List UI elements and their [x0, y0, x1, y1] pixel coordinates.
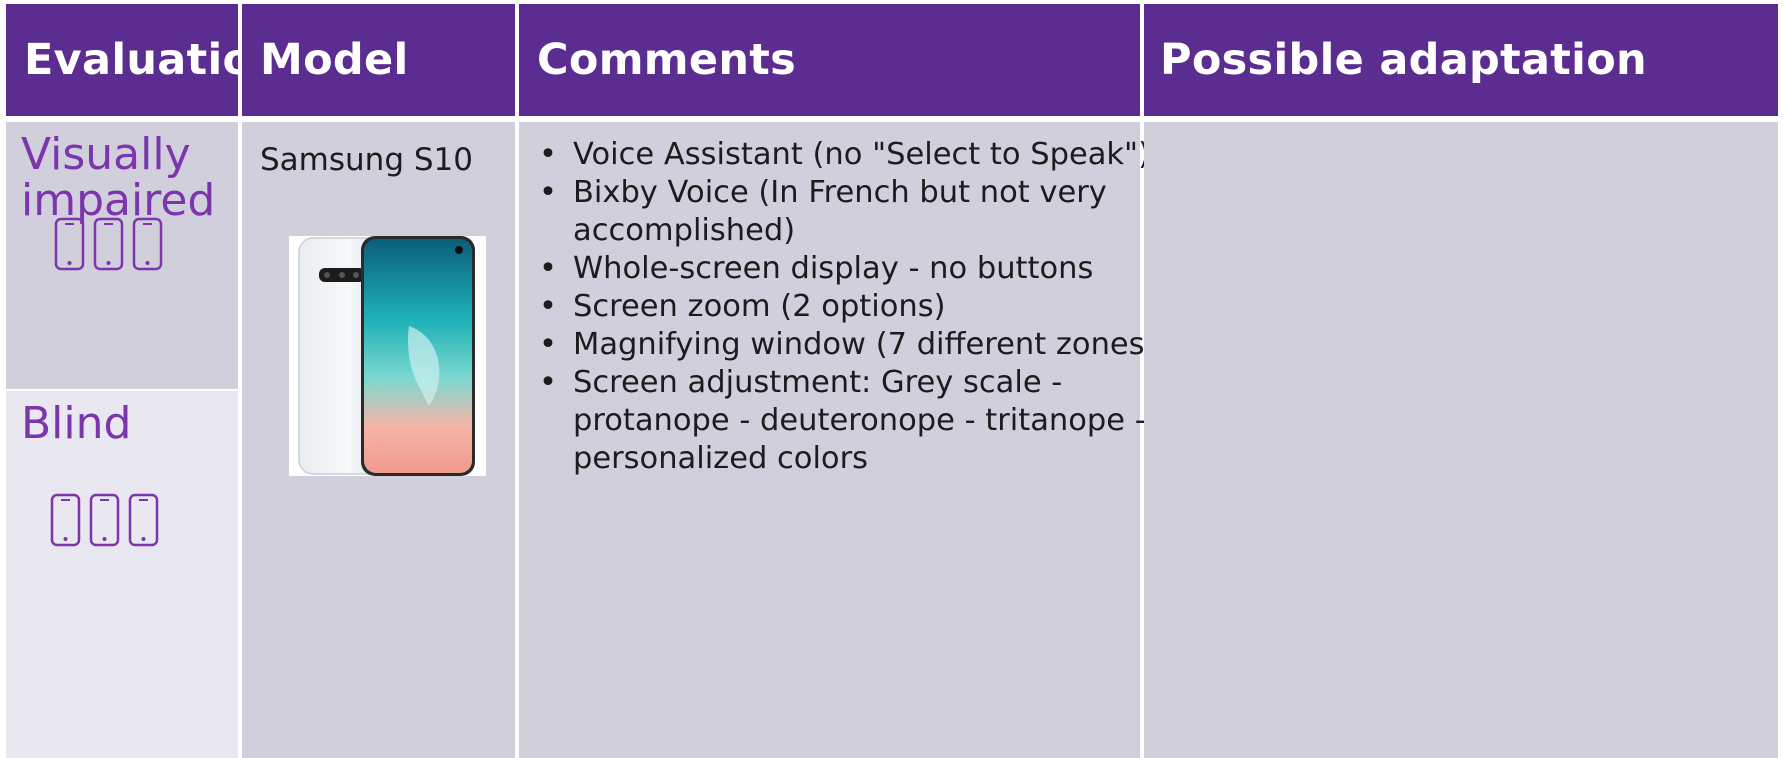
- phone-outline-icon: [50, 493, 81, 547]
- visually-impaired-label: Visually impaired: [21, 129, 216, 226]
- phone-outline-icon: [89, 493, 120, 547]
- phone-outline-icon: [128, 493, 159, 547]
- blind-rating: [50, 493, 159, 547]
- header-possible-adaptation: Possible adaptation: [1144, 4, 1778, 116]
- comment-text: Magnifying window (7 different zones): [573, 327, 1157, 362]
- samsung-s10-phone-image: [289, 236, 486, 476]
- bullet-icon: •: [539, 365, 557, 400]
- bullet-icon: •: [539, 289, 557, 324]
- blind-label: Blind: [21, 398, 132, 449]
- comment-text: Voice Assistant (no "Select to Speak"): [573, 137, 1150, 172]
- comments-list: • Voice Assistant (no "Select to Speak") …: [537, 136, 1197, 478]
- top-strip: [0, 0, 1783, 3]
- possible-adaptation-cell: [1144, 122, 1778, 758]
- list-item: • Screen adjustment: Grey scale - protano…: [537, 364, 1197, 478]
- header-evaluation: Evaluation: [6, 4, 283, 116]
- bullet-icon: •: [539, 175, 557, 210]
- list-item: • Bixby Voice (In French but not very acc…: [537, 174, 1197, 250]
- bullet-icon: •: [539, 251, 557, 286]
- list-item: • Whole-screen display - no buttons: [537, 250, 1197, 288]
- header-model: Model: [242, 4, 515, 116]
- comment-text: Whole-screen display - no buttons: [573, 251, 1094, 286]
- header-comments: Comments: [519, 4, 1140, 116]
- evaluation-visually-impaired-cell: Visually impaired: [6, 122, 238, 389]
- evaluation-blind-cell: Blind: [6, 391, 238, 758]
- list-item: • Magnifying window (7 different zones): [537, 326, 1197, 364]
- list-item: • Voice Assistant (no "Select to Speak"): [537, 136, 1197, 174]
- comments-cell: • Voice Assistant (no "Select to Speak") …: [519, 122, 1156, 758]
- model-cell: Samsung S10: [242, 122, 515, 758]
- phone-outline-icon: [93, 217, 124, 271]
- bullet-icon: •: [539, 137, 557, 172]
- list-item: • Screen zoom (2 options): [537, 288, 1197, 326]
- phone-outline-icon: [132, 217, 163, 271]
- comment-text: Screen adjustment: Grey scale - protanop…: [573, 365, 1146, 476]
- bullet-icon: •: [539, 327, 557, 362]
- comment-text: Screen zoom (2 options): [573, 289, 946, 324]
- phone-outline-icon: [54, 217, 85, 271]
- visually-impaired-rating: [54, 217, 163, 271]
- comment-text: Bixby Voice (In French but not very acco…: [573, 175, 1107, 248]
- model-name: Samsung S10: [260, 142, 473, 178]
